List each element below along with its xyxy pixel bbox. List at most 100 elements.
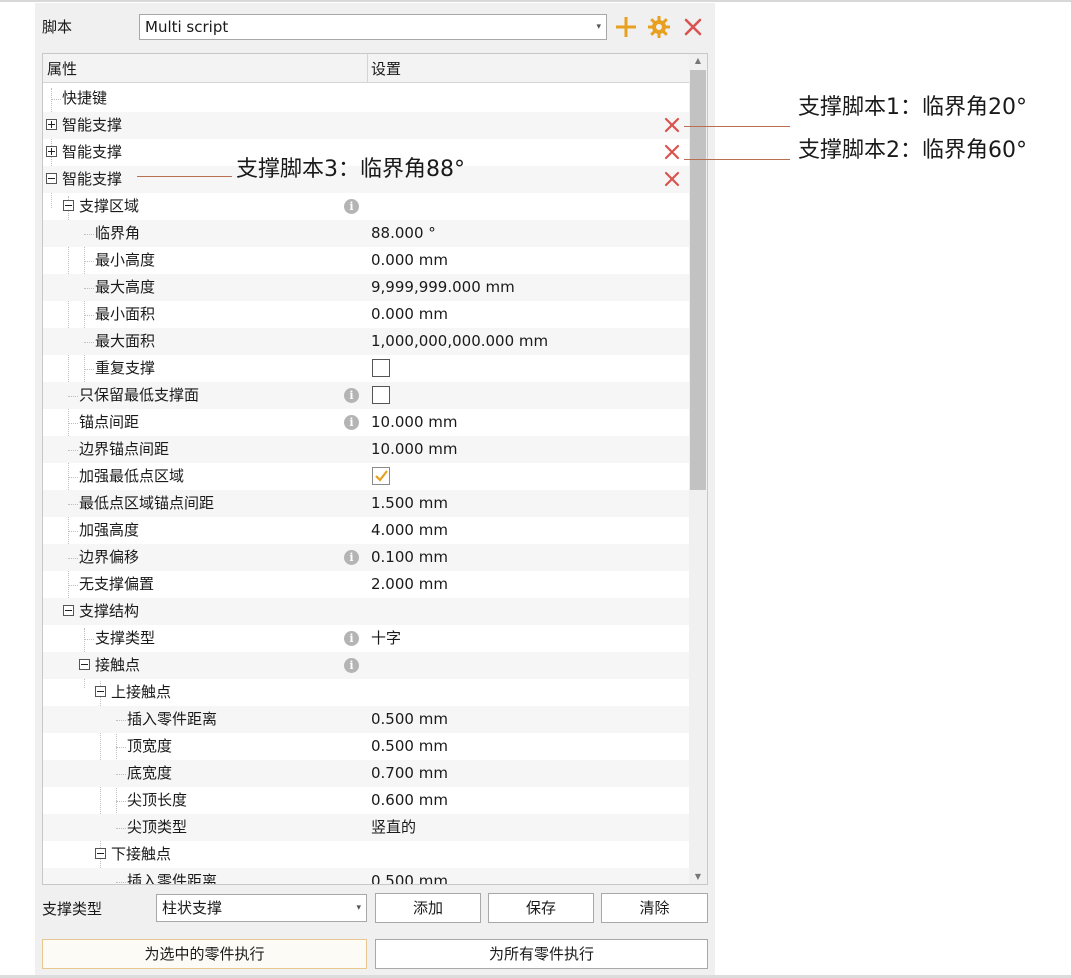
property-value[interactable]: 0.500 mm <box>371 733 448 760</box>
info-icon[interactable]: i <box>344 658 359 673</box>
info-icon[interactable]: i <box>344 415 359 430</box>
property-value[interactable]: 竖直的 <box>371 814 416 841</box>
grid-row[interactable]: 智能支撑 <box>43 112 689 139</box>
run-selected-button[interactable]: 为选中的零件执行 <box>42 939 367 969</box>
collapse-toggle[interactable] <box>63 200 74 211</box>
scroll-up-icon[interactable]: ▲ <box>689 54 707 68</box>
chevron-down-icon: ▾ <box>596 22 601 32</box>
property-name: 智能支撑 <box>62 116 123 134</box>
property-name: 底宽度 <box>127 764 173 782</box>
grid-row[interactable]: 尖顶长度 0.600 mm <box>43 787 689 814</box>
run-all-button[interactable]: 为所有零件执行 <box>375 939 708 969</box>
grid-row[interactable]: 最小面积 0.000 mm <box>43 301 689 328</box>
collapse-toggle[interactable] <box>95 686 106 697</box>
close-icon[interactable] <box>661 168 683 190</box>
property-value[interactable]: 9,999,999.000 mm <box>371 274 515 301</box>
grid-row[interactable]: 插入零件距离 0.500 mm <box>43 706 689 733</box>
grid-row[interactable]: 最低点区域锚点间距 1.500 mm <box>43 490 689 517</box>
support-type-value: 柱状支撑 <box>162 899 223 917</box>
close-icon[interactable] <box>661 114 683 136</box>
collapse-toggle[interactable] <box>46 173 57 184</box>
grid-row[interactable]: 尖顶类型 竖直的 <box>43 814 689 841</box>
grid-row[interactable]: 加强高度 4.000 mm <box>43 517 689 544</box>
property-name: 插入零件距离 <box>127 872 218 885</box>
property-value[interactable]: 2.000 mm <box>371 571 448 598</box>
property-value[interactable]: 0.100 mm <box>371 544 448 571</box>
chevron-down-icon: ▾ <box>356 903 361 913</box>
callout-script3: 支撑脚本3：临界角88° <box>236 157 465 182</box>
property-value[interactable]: 0.600 mm <box>371 787 448 814</box>
repeat-support-checkbox[interactable] <box>372 359 390 377</box>
script-select[interactable]: Multi script ▾ <box>139 14 607 40</box>
property-value[interactable]: 1.500 mm <box>371 490 448 517</box>
grid-row[interactable]: 上接触点 <box>43 679 689 706</box>
info-icon[interactable]: i <box>344 550 359 565</box>
callout-line <box>684 159 790 160</box>
reinforce-lowest-checkbox[interactable] <box>372 467 390 485</box>
property-value[interactable]: 0.000 mm <box>371 247 448 274</box>
grid-row[interactable]: 重复支撑 <box>43 355 689 382</box>
grid-row[interactable]: 支撑区域 i <box>43 193 689 220</box>
keep-lowest-checkbox[interactable] <box>372 386 390 404</box>
grid-row[interactable]: 只保留最低支撑面 i <box>43 382 689 409</box>
property-name: 下接触点 <box>111 845 172 863</box>
grid-row[interactable]: 下接触点 <box>43 841 689 868</box>
info-icon[interactable]: i <box>344 631 359 646</box>
grid-row[interactable]: 边界锚点间距 10.000 mm <box>43 436 689 463</box>
grid-row[interactable]: 支撑结构 <box>43 598 689 625</box>
expand-toggle[interactable] <box>46 146 57 157</box>
info-icon[interactable]: i <box>344 388 359 403</box>
property-value[interactable]: 十字 <box>371 625 401 652</box>
property-name: 锚点间距 <box>79 413 140 431</box>
grid-row[interactable]: 最大面积 1,000,000,000.000 mm <box>43 328 689 355</box>
grid-row[interactable]: 最小高度 0.000 mm <box>43 247 689 274</box>
property-value[interactable]: 4.000 mm <box>371 517 448 544</box>
support-type-select[interactable]: 柱状支撑 ▾ <box>156 894 367 922</box>
grid-row[interactable]: 支撑类型 i 十字 <box>43 625 689 652</box>
property-name: 支撑结构 <box>79 602 140 620</box>
grid-row[interactable]: 顶宽度 0.500 mm <box>43 733 689 760</box>
property-value[interactable]: 10.000 mm <box>371 409 457 436</box>
vertical-scrollbar[interactable]: ▲ ▼ <box>689 54 707 884</box>
collapse-toggle[interactable] <box>95 848 106 859</box>
collapse-toggle[interactable] <box>63 605 74 616</box>
grid-row[interactable]: 边界偏移 i 0.100 mm <box>43 544 689 571</box>
property-value[interactable]: 10.000 mm <box>371 436 457 463</box>
grid-row[interactable]: 插入零件距离 0.500 mm <box>43 868 689 885</box>
grid-row[interactable]: 加强最低点区域 <box>43 463 689 490</box>
property-value[interactable]: 0.500 mm <box>371 706 448 733</box>
gear-icon[interactable] <box>647 15 671 39</box>
save-button[interactable]: 保存 <box>488 893 594 923</box>
property-value[interactable]: 0.000 mm <box>371 301 448 328</box>
script-select-value: Multi script <box>145 18 229 36</box>
grid-row[interactable]: 临界角 88.000 ° <box>43 220 689 247</box>
property-value[interactable]: 0.500 mm <box>371 868 448 884</box>
clear-button[interactable]: 清除 <box>601 893 708 923</box>
plus-icon[interactable] <box>614 15 638 39</box>
property-value[interactable]: 88.000 ° <box>371 220 436 247</box>
grid-row[interactable]: 锚点间距 i 10.000 mm <box>43 409 689 436</box>
grid-row[interactable]: 接触点 i <box>43 652 689 679</box>
property-name: 顶宽度 <box>127 737 173 755</box>
grid-row[interactable]: 快捷键 <box>43 85 689 112</box>
property-value[interactable]: 1,000,000,000.000 mm <box>371 328 548 355</box>
callout-line <box>137 176 232 177</box>
collapse-toggle[interactable] <box>79 659 90 670</box>
add-button[interactable]: 添加 <box>375 893 481 923</box>
callout-script1: 支撑脚本1：临界角20° <box>798 95 1027 120</box>
scroll-down-icon[interactable]: ▼ <box>689 870 707 884</box>
close-icon[interactable] <box>681 15 705 39</box>
property-name: 尖顶类型 <box>127 818 188 836</box>
grid-row[interactable]: 无支撑偏置 2.000 mm <box>43 571 689 598</box>
property-name: 边界偏移 <box>79 548 140 566</box>
expand-toggle[interactable] <box>46 119 57 130</box>
support-type-label: 支撑类型 <box>42 900 103 918</box>
property-name: 重复支撑 <box>95 359 156 377</box>
grid-row[interactable]: 底宽度 0.700 mm <box>43 760 689 787</box>
scrollbar-thumb[interactable] <box>690 70 706 490</box>
property-name: 最低点区域锚点间距 <box>79 494 215 512</box>
grid-row[interactable]: 最大高度 9,999,999.000 mm <box>43 274 689 301</box>
info-icon[interactable]: i <box>344 199 359 214</box>
close-icon[interactable] <box>661 141 683 163</box>
property-value[interactable]: 0.700 mm <box>371 760 448 787</box>
